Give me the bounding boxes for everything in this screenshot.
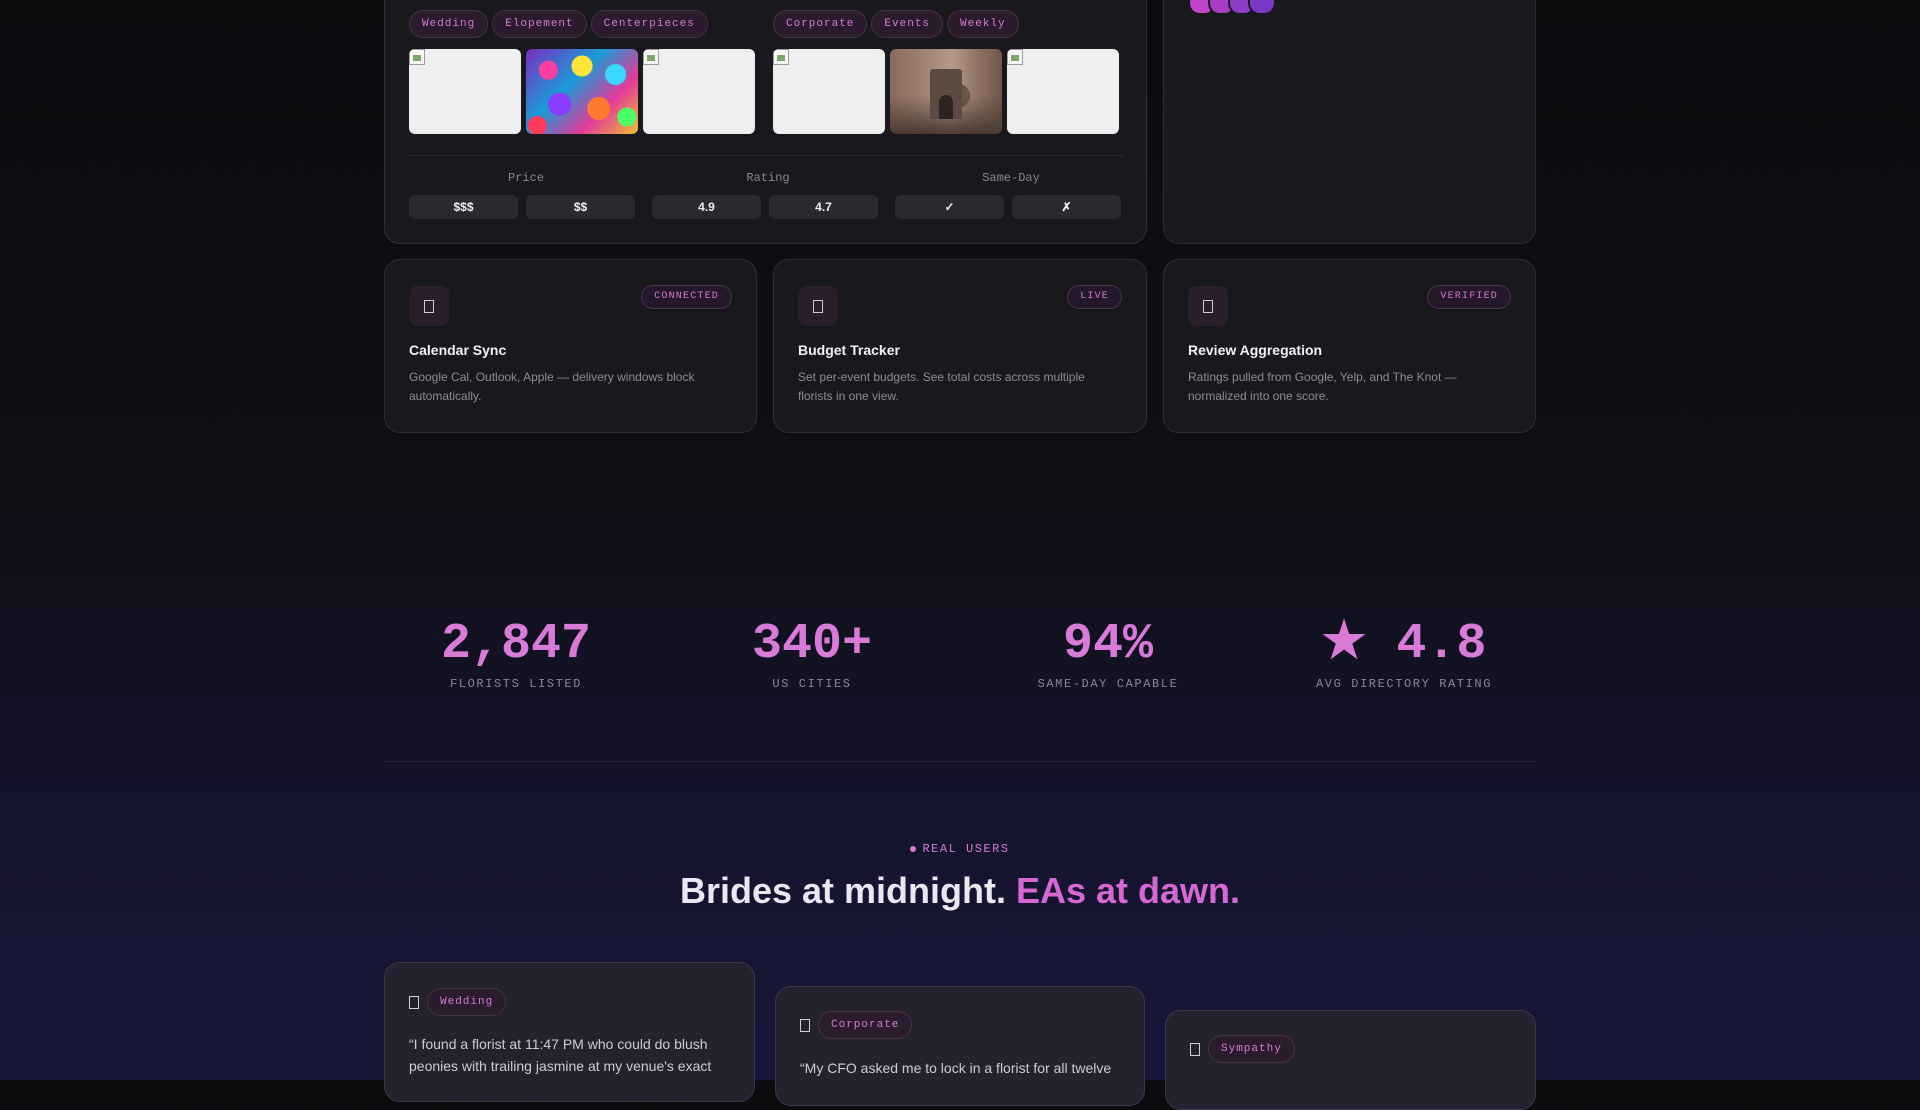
status-badge: CONNECTED xyxy=(641,285,732,309)
florist-photo-broken[interactable] xyxy=(409,49,521,134)
tag-chip[interactable]: Weekly xyxy=(947,10,1019,38)
column-label-same-day: Same-Day xyxy=(982,171,1040,185)
testimonial-quote: “I found a florist at 11:47 PM who could… xyxy=(409,1033,729,1077)
column-label-rating: Rating xyxy=(746,171,790,185)
feature-title: Review Aggregation xyxy=(1188,342,1323,358)
section-headline: Brides at midnight. EAs at dawn. xyxy=(0,870,1920,912)
price-row: $$$ $$ xyxy=(409,195,635,219)
stat-us-cities: 340+ US CITIES xyxy=(662,615,962,691)
feature-card-budget-tracker[interactable]: LIVE Budget Tracker Set per-event budget… xyxy=(773,259,1147,433)
section-divider xyxy=(384,761,1536,762)
avatar-stack xyxy=(1188,0,1276,15)
stat-value: 2,847 xyxy=(440,616,592,673)
price-pill-left: $$$ xyxy=(409,195,518,219)
castle-arch-shape xyxy=(939,95,953,119)
quote-line: “I found a florist at 11:47 PM who could… xyxy=(409,1036,708,1052)
avatar xyxy=(1248,0,1276,15)
same-day-pill-right: ✗ xyxy=(1012,195,1121,219)
testimonial-card-sympathy[interactable]: Sympathy xyxy=(1165,1010,1536,1110)
florist-photo-broken[interactable] xyxy=(773,49,885,134)
quote-icon xyxy=(1190,1042,1200,1056)
broken-image-icon xyxy=(1007,49,1023,65)
wallet-icon xyxy=(798,286,838,326)
stat-value: 94% xyxy=(1062,616,1153,673)
stat-label: US CITIES xyxy=(772,677,852,691)
star-icon xyxy=(1188,286,1228,326)
testimonial-quote: “My CFO asked me to lock in a florist fo… xyxy=(800,1057,1120,1079)
price-pill-right: $$ xyxy=(526,195,635,219)
stat-florists-listed: 2,847 FLORISTS LISTED xyxy=(366,615,666,691)
category-tag: Sympathy xyxy=(1208,1035,1295,1063)
eyebrow-text: REAL USERS xyxy=(922,842,1010,856)
status-badge: VERIFIED xyxy=(1427,285,1511,309)
florist-photo-castle[interactable] xyxy=(890,49,1002,134)
stat-same-day-capable: 94% SAME-DAY CAPABLE xyxy=(958,615,1258,691)
testimonial-card-corporate[interactable]: Corporate “My CFO asked me to lock in a … xyxy=(775,986,1145,1106)
broken-image-icon xyxy=(409,49,425,65)
stat-label: AVG DIRECTORY RATING xyxy=(1315,677,1493,691)
side-panel-card xyxy=(1163,0,1536,244)
quote-icon xyxy=(409,995,419,1009)
category-tag: Corporate xyxy=(818,1011,913,1039)
tag-chip[interactable]: Corporate xyxy=(773,10,868,38)
feature-card-calendar-sync[interactable]: CONNECTED Calendar Sync Google Cal, Outl… xyxy=(384,259,757,433)
stat-label: SAME-DAY CAPABLE xyxy=(1037,677,1179,691)
florist-photo-broken[interactable] xyxy=(643,49,755,134)
florist-photo-roses[interactable] xyxy=(526,49,638,134)
section-eyebrow: REAL USERS xyxy=(0,842,1920,856)
broken-image-icon xyxy=(643,49,659,65)
status-badge: LIVE xyxy=(1067,285,1122,309)
florist-photo-broken[interactable] xyxy=(1007,49,1119,134)
feature-description: Google Cal, Outlook, Apple — delivery wi… xyxy=(409,370,695,403)
headline-accent: EAs at dawn. xyxy=(1015,870,1241,911)
broken-image-icon xyxy=(773,49,789,65)
left-tag-row: Wedding Elopement Centerpieces xyxy=(409,10,712,38)
stat-value: 340+ xyxy=(751,616,873,673)
testimonial-header: Corporate xyxy=(800,1011,916,1039)
florist-compare-card: Wedding Elopement Centerpieces Corporate Ev… xyxy=(384,0,1147,244)
stat-label: FLORISTS LISTED xyxy=(449,677,583,691)
testimonial-card-wedding[interactable]: Wedding “I found a florist at 11:47 PM w… xyxy=(384,962,755,1102)
quote-line: peonies with trailing jasmine at my venu… xyxy=(409,1058,712,1074)
headline-main: Brides at midnight. xyxy=(679,870,1016,911)
rating-pill-left: 4.9 xyxy=(652,195,761,219)
testimonial-header: Wedding xyxy=(409,988,510,1016)
category-tag: Wedding xyxy=(427,988,507,1016)
feature-card-review-aggregation[interactable]: VERIFIED Review Aggregation Ratings pull… xyxy=(1163,259,1536,433)
same-day-row: ✓ ✗ xyxy=(895,195,1121,219)
compare-divider xyxy=(409,155,1123,156)
tag-chip[interactable]: Wedding xyxy=(409,10,489,38)
rating-row: 4.9 4.7 xyxy=(652,195,878,219)
calendar-icon xyxy=(409,286,449,326)
quote-line: “My CFO asked me to lock in a florist fo… xyxy=(800,1060,1112,1076)
dot-icon xyxy=(910,845,917,852)
tag-chip[interactable]: Events xyxy=(871,10,944,38)
tag-chip[interactable]: Elopement xyxy=(492,10,587,38)
right-tag-row: Corporate Events Weekly xyxy=(773,10,1023,38)
testimonial-header: Sympathy xyxy=(1190,1035,1299,1063)
quote-icon xyxy=(800,1018,810,1032)
stat-avg-rating: ★ 4.8 AVG DIRECTORY RATING xyxy=(1254,615,1554,691)
feature-description: Set per-event budgets. See total costs a… xyxy=(798,370,1085,403)
feature-title: Calendar Sync xyxy=(409,342,507,358)
same-day-pill-left: ✓ xyxy=(895,195,1004,219)
column-label-price: Price xyxy=(507,171,544,185)
feature-title: Budget Tracker xyxy=(798,342,900,358)
tag-chip[interactable]: Centerpieces xyxy=(590,10,708,38)
feature-description: Ratings pulled from Google, Yelp, and Th… xyxy=(1188,370,1457,403)
stat-value: ★ 4.8 xyxy=(1321,616,1487,673)
rating-pill-right: 4.7 xyxy=(769,195,878,219)
